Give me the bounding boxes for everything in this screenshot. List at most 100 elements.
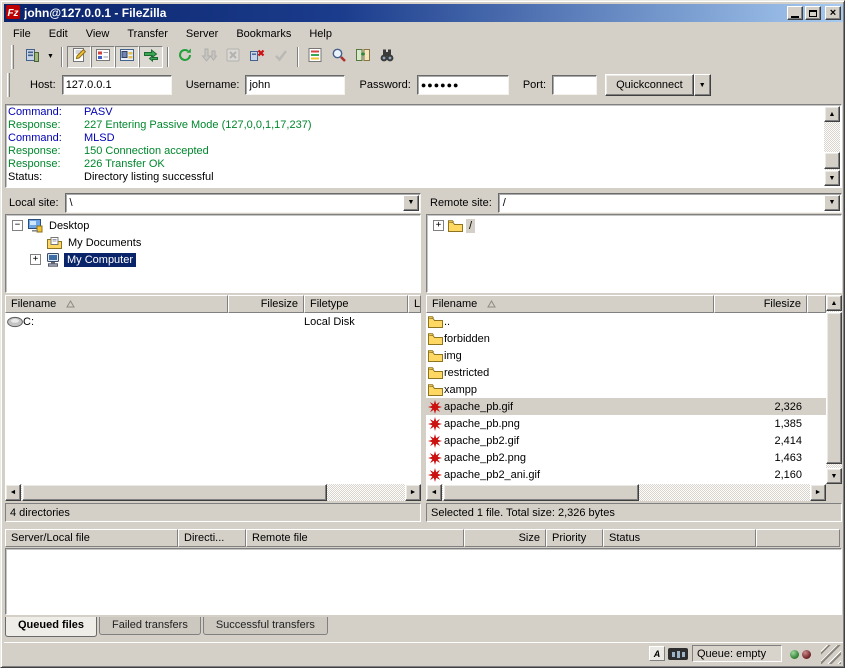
log-scroll-up[interactable]: ▲ bbox=[824, 106, 840, 122]
tree-expander[interactable]: − bbox=[12, 220, 23, 231]
remote-site-value: / bbox=[499, 197, 823, 209]
title-bar[interactable]: Fz john@127.0.0.1 - FileZilla × bbox=[4, 4, 843, 22]
local-column-filesize[interactable]: Filesize bbox=[228, 295, 304, 313]
local-hscroll-thumb[interactable] bbox=[22, 484, 327, 501]
compare-directories-button[interactable] bbox=[351, 46, 375, 68]
local-column-l[interactable]: L bbox=[408, 295, 421, 313]
local-hscrollbar[interactable]: ◄ ► bbox=[5, 484, 421, 501]
queue-column-remote-file[interactable]: Remote file bbox=[246, 529, 464, 547]
local-hscroll-right[interactable]: ► bbox=[405, 484, 421, 501]
toggle-local-tree-button[interactable] bbox=[91, 46, 115, 68]
tab-successful-transfers[interactable]: Successful transfers bbox=[203, 617, 328, 635]
tree-label[interactable]: My Documents bbox=[65, 236, 144, 250]
verify-button[interactable] bbox=[269, 46, 293, 68]
log-scroll-down[interactable]: ▼ bbox=[824, 170, 840, 186]
site-manager-dropdown[interactable]: ▼ bbox=[44, 46, 57, 68]
log-scroll-thumb[interactable] bbox=[824, 152, 840, 169]
remote-file-row[interactable]: apache_pb.gif2,326 bbox=[426, 398, 826, 415]
remote-hscroll-thumb[interactable] bbox=[443, 484, 639, 501]
menu-help[interactable]: Help bbox=[300, 26, 341, 42]
remote-hscroll-left[interactable]: ◄ bbox=[426, 484, 442, 501]
close-button[interactable]: × bbox=[825, 6, 841, 20]
tree-expander[interactable]: + bbox=[433, 220, 444, 231]
remote-file-row[interactable]: img bbox=[426, 347, 826, 364]
menu-file[interactable]: File bbox=[4, 26, 40, 42]
remote-column-filename[interactable]: Filename bbox=[426, 295, 714, 313]
synchronized-browsing-button[interactable] bbox=[375, 46, 399, 68]
quickconnect-button[interactable]: Quickconnect bbox=[605, 74, 694, 96]
remote-site-dropdown[interactable]: ▼ bbox=[824, 195, 840, 211]
local-tree-item[interactable]: + My Computer bbox=[6, 251, 420, 268]
quickconnect-dropdown[interactable]: ▼ bbox=[694, 74, 711, 96]
remote-vscroll-thumb[interactable] bbox=[826, 312, 842, 464]
file-name: apache_pb2.png bbox=[444, 452, 714, 464]
menu-transfer[interactable]: Transfer bbox=[118, 26, 177, 42]
tree-label[interactable]: / bbox=[466, 219, 475, 233]
tab-failed-transfers[interactable]: Failed transfers bbox=[99, 617, 201, 635]
refresh-button[interactable] bbox=[173, 46, 197, 68]
queue-column-server-local-file[interactable]: Server/Local file bbox=[5, 529, 178, 547]
log-line-label: Status: bbox=[8, 171, 84, 184]
file-name: apache_pb.gif bbox=[444, 401, 714, 413]
log-line-text: 150 Connection accepted bbox=[84, 145, 209, 158]
queue-column-priority[interactable]: Priority bbox=[546, 529, 603, 547]
menu-server[interactable]: Server bbox=[177, 26, 227, 42]
queue-column-directi-[interactable]: Directi... bbox=[178, 529, 246, 547]
local-file-row[interactable]: C:Local Disk bbox=[5, 313, 421, 330]
local-column-filename[interactable]: Filename bbox=[5, 295, 228, 313]
menu-edit[interactable]: Edit bbox=[40, 26, 77, 42]
queue-column-filler[interactable] bbox=[756, 529, 840, 547]
port-input[interactable] bbox=[552, 75, 597, 95]
maximize-button[interactable] bbox=[805, 6, 821, 20]
site-manager-button[interactable] bbox=[20, 46, 44, 68]
tree-label[interactable]: Desktop bbox=[46, 219, 92, 233]
remote-file-row[interactable]: forbidden bbox=[426, 330, 826, 347]
remote-hscrollbar[interactable]: ◄ ► bbox=[426, 484, 826, 501]
process-queue-button[interactable] bbox=[197, 46, 221, 68]
tree-label[interactable]: My Computer bbox=[64, 253, 136, 267]
remote-vscrollbar[interactable]: ▲ ▼ bbox=[826, 295, 842, 484]
remote-file-row[interactable]: apache_pb2.png1,463 bbox=[426, 449, 826, 466]
local-hscroll-left[interactable]: ◄ bbox=[5, 484, 21, 501]
remote-file-row[interactable]: apache_pb2.gif2,414 bbox=[426, 432, 826, 449]
remote-vscroll-down[interactable]: ▼ bbox=[826, 468, 842, 484]
tree-expander[interactable]: + bbox=[30, 254, 41, 265]
toggle-message-log-button[interactable] bbox=[67, 46, 91, 68]
remote-column-filesize[interactable]: Filesize bbox=[714, 295, 807, 313]
local-site-combo[interactable]: \ ▼ bbox=[65, 193, 421, 213]
toolbar: ▼ bbox=[4, 44, 843, 69]
minimize-button[interactable] bbox=[787, 6, 803, 20]
remote-column-filler[interactable] bbox=[807, 295, 826, 313]
remote-file-row[interactable]: restricted bbox=[426, 364, 826, 381]
local-tree-item[interactable]: My Documents bbox=[6, 234, 420, 251]
queue-column-size[interactable]: Size bbox=[464, 529, 546, 547]
menu-bookmarks[interactable]: Bookmarks bbox=[227, 26, 300, 42]
remote-file-row[interactable]: apache_pb2_ani.gif2,160 bbox=[426, 466, 826, 483]
local-site-dropdown[interactable]: ▼ bbox=[403, 195, 419, 211]
menu-view[interactable]: View bbox=[77, 26, 119, 42]
resize-grip[interactable] bbox=[821, 645, 841, 664]
toggle-transfer-queue-button[interactable] bbox=[139, 46, 163, 68]
queue-column-status[interactable]: Status bbox=[603, 529, 756, 547]
username-input[interactable] bbox=[245, 75, 345, 95]
remote-tree-item[interactable]: +/ bbox=[427, 217, 841, 234]
tab-queued-files[interactable]: Queued files bbox=[5, 617, 97, 637]
remote-vscroll-up[interactable]: ▲ bbox=[826, 295, 842, 311]
remote-file-row[interactable]: xampp bbox=[426, 381, 826, 398]
log-scrollbar[interactable]: ▲ ▼ bbox=[824, 106, 840, 186]
activity-led-receive bbox=[790, 650, 799, 659]
filter-button[interactable] bbox=[303, 46, 327, 68]
remote-file-row[interactable]: .. bbox=[426, 313, 826, 330]
file-name: apache_pb2.gif bbox=[444, 435, 714, 447]
toggle-remote-tree-button[interactable] bbox=[115, 46, 139, 68]
host-input[interactable] bbox=[62, 75, 172, 95]
cancel-operation-button[interactable] bbox=[221, 46, 245, 68]
remote-site-combo[interactable]: / ▼ bbox=[498, 193, 842, 213]
search-button[interactable] bbox=[327, 46, 351, 68]
disconnect-button[interactable] bbox=[245, 46, 269, 68]
remote-hscroll-right[interactable]: ► bbox=[810, 484, 826, 501]
password-input[interactable] bbox=[417, 75, 509, 95]
local-column-filetype[interactable]: Filetype bbox=[304, 295, 408, 313]
remote-file-row[interactable]: apache_pb.png1,385 bbox=[426, 415, 826, 432]
local-tree-item[interactable]: − Desktop bbox=[6, 217, 420, 234]
